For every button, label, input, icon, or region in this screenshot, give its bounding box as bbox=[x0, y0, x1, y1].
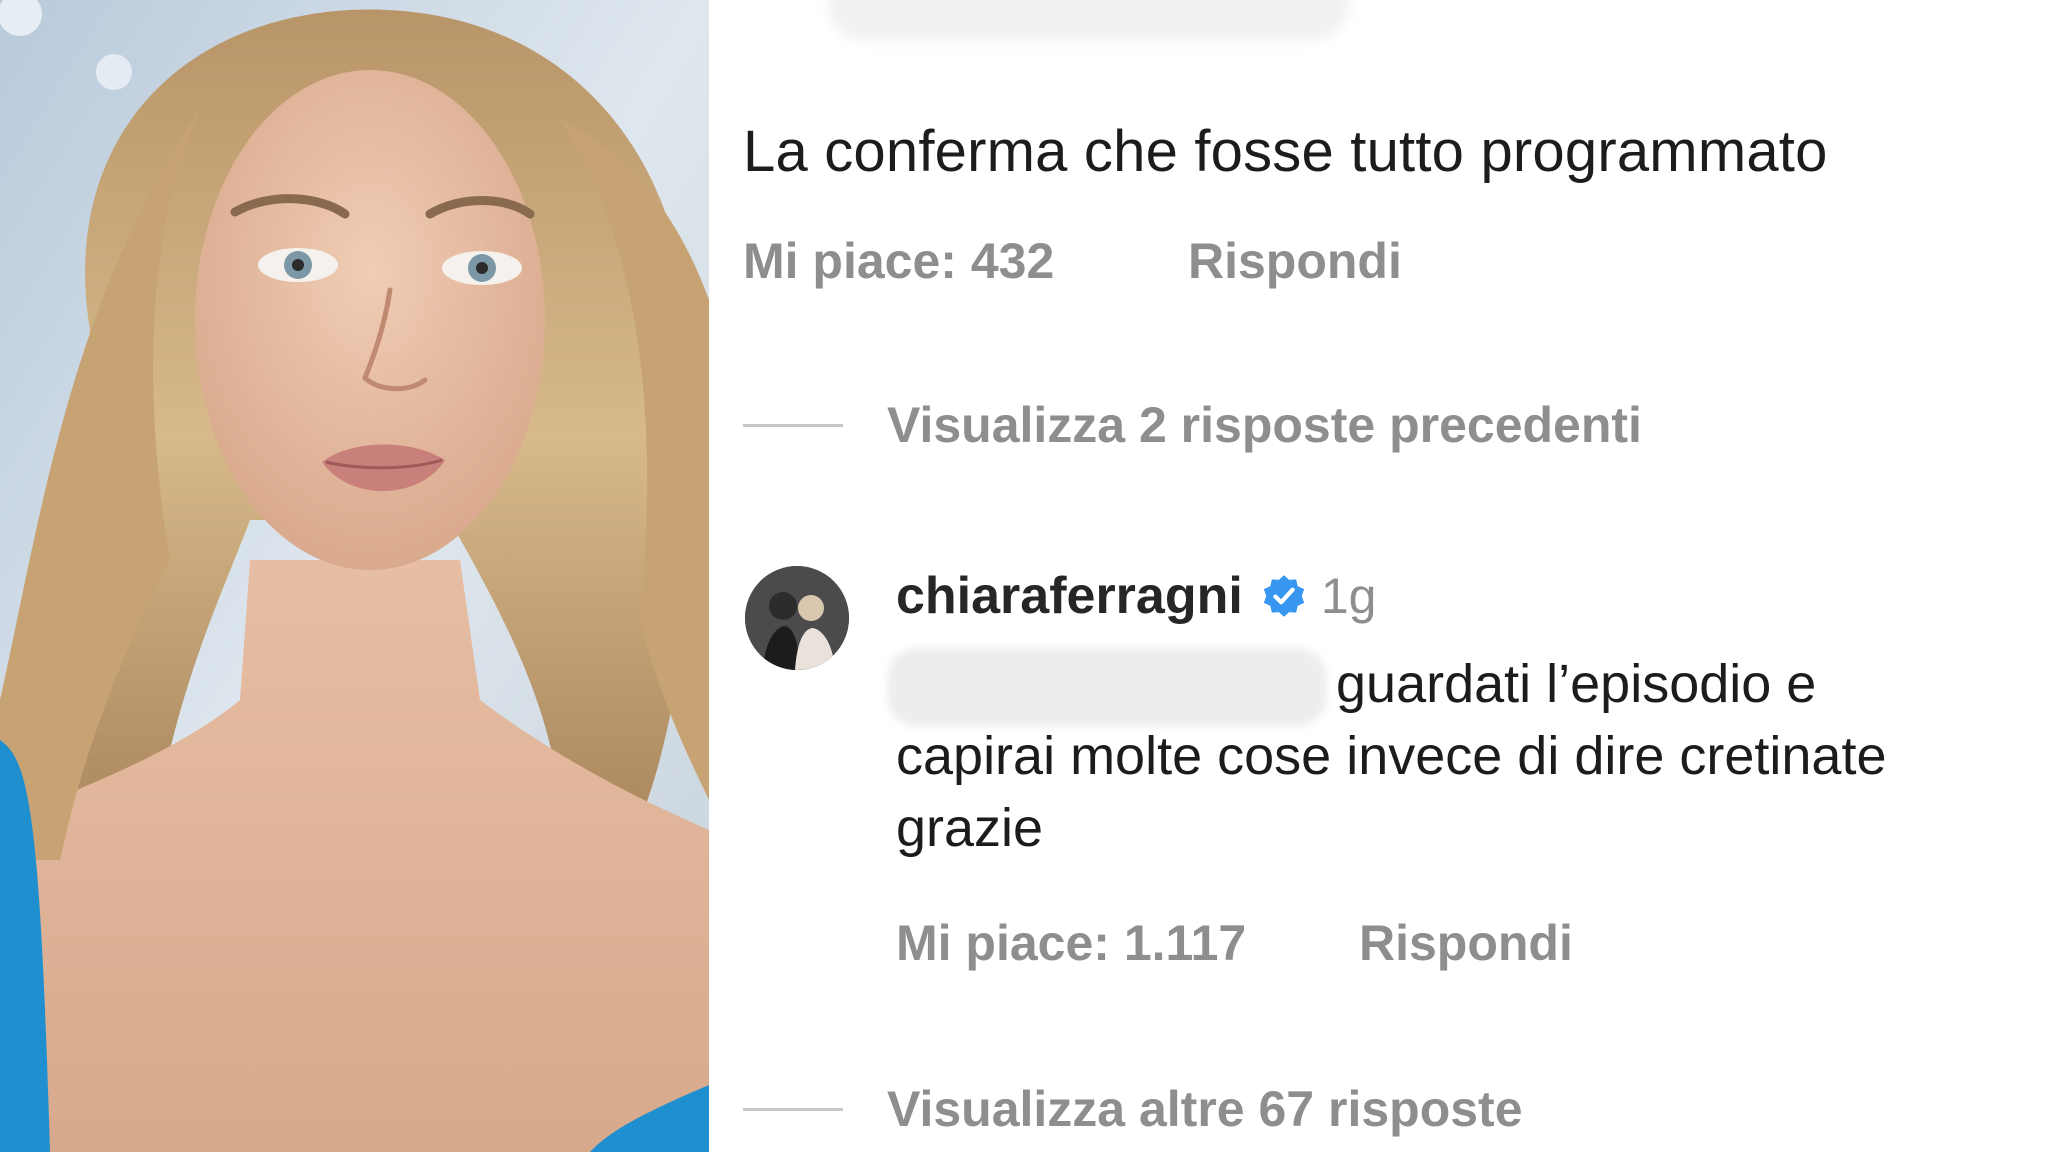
thread-line bbox=[743, 423, 843, 427]
verified-badge-icon bbox=[1263, 575, 1304, 617]
view-more-replies-label: Visualizza altre 67 risposte bbox=[887, 1081, 1523, 1137]
reply-comment-text: guardati l’episodio e capirai molte cose… bbox=[896, 654, 1887, 858]
reply-header: chiaraferragni 1g bbox=[896, 566, 1376, 626]
username[interactable]: chiaraferragni bbox=[896, 566, 1243, 626]
parent-comment-text: La conferma che fosse tutto programmato bbox=[743, 119, 1828, 184]
comment-thread: La conferma che fosse tutto programmato … bbox=[709, 0, 2048, 1152]
view-more-replies-button[interactable]: Visualizza altre 67 risposte bbox=[743, 1080, 1523, 1138]
thread-line bbox=[743, 1107, 843, 1111]
blurred-area bbox=[829, 0, 1349, 40]
screenshot-collage: La conferma che fosse tutto programmato … bbox=[0, 0, 2048, 1152]
avatar-image bbox=[745, 566, 849, 670]
portrait-illustration bbox=[0, 0, 709, 1152]
parent-reply-button[interactable]: Rispondi bbox=[1188, 232, 1402, 290]
view-previous-replies-button[interactable]: Visualizza 2 risposte precedenti bbox=[743, 396, 1642, 454]
reply-comment-likes[interactable]: Mi piace: 1.117 bbox=[896, 914, 1246, 972]
portrait-photo bbox=[0, 0, 709, 1152]
view-previous-replies-label: Visualizza 2 risposte precedenti bbox=[887, 397, 1642, 453]
parent-comment-likes[interactable]: Mi piace: 432 bbox=[743, 232, 1054, 290]
avatar[interactable] bbox=[745, 566, 849, 670]
reply-time: 1g bbox=[1320, 568, 1377, 624]
reply-reply-button[interactable]: Rispondi bbox=[1359, 914, 1573, 972]
